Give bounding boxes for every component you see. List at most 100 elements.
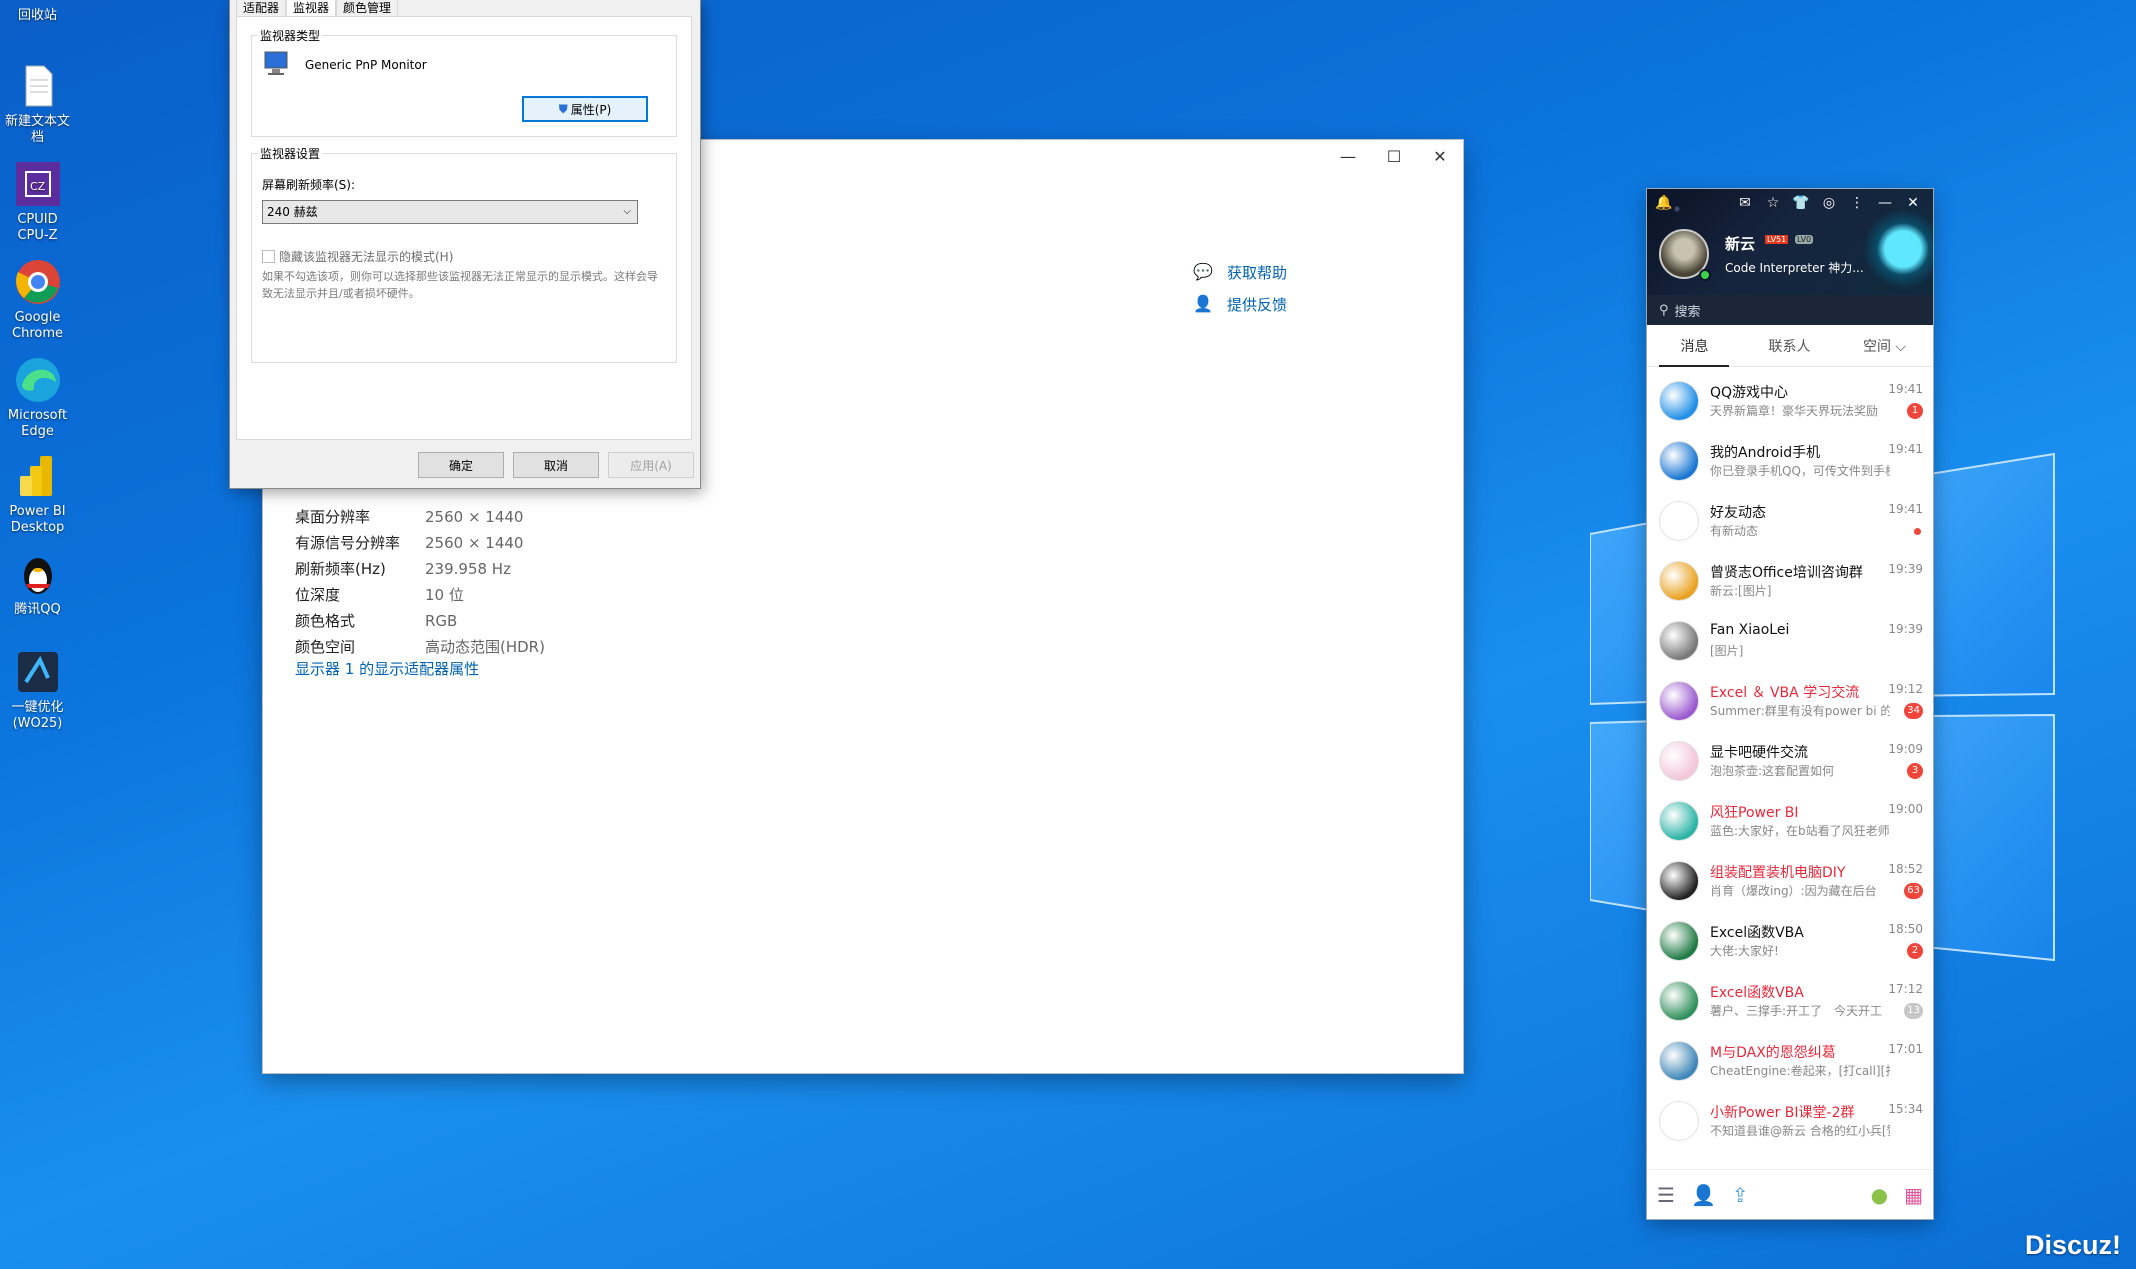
info-key: 颜色格式 bbox=[295, 612, 356, 630]
info-value: 高动态范围(HDR) bbox=[425, 638, 545, 656]
adapter-properties-link[interactable]: 显示器 1 的显示适配器属性 bbox=[295, 658, 479, 679]
chat-avatar bbox=[1659, 381, 1699, 421]
chevron-down-icon: ⌵ bbox=[623, 206, 631, 217]
desktop-icon-optimize[interactable]: 一键优化(WO25) bbox=[0, 648, 75, 732]
chat-time: 17:01 bbox=[1888, 1042, 1923, 1056]
chat-list-item[interactable]: 好友动态 有新动态 19:41 bbox=[1647, 489, 1933, 549]
desktop-icon-edge[interactable]: Microsoft Edge bbox=[0, 356, 75, 440]
get-help-link[interactable]: 💬 获取帮助 bbox=[1193, 256, 1287, 288]
info-row: 位深度 10 位 bbox=[295, 582, 545, 608]
chat-list-item[interactable]: Excel函数VBA 薯户、三撑手:开工了 今天开工 17:12 13 bbox=[1647, 969, 1933, 1029]
chat-list-item[interactable]: 组装配置装机电脑DIY 肖育（爆改ing）:因为藏在后台 18:52 63 bbox=[1647, 849, 1933, 909]
tab-adapter[interactable]: 适配器 bbox=[236, 0, 287, 17]
chat-list-item[interactable]: 曾贤志Office培训咨询群 新云:[图片] 19:39 bbox=[1647, 549, 1933, 609]
chat-name: 小新Power BI课堂-2群 bbox=[1710, 1105, 1855, 1121]
star-icon[interactable]: ☆ bbox=[1763, 195, 1783, 211]
desktop-icon-label: Google Chrome bbox=[12, 310, 63, 341]
tab-qzone[interactable]: 空间 ⌵ bbox=[1837, 336, 1932, 356]
info-key: 颜色空间 bbox=[295, 638, 356, 656]
chat-list-item[interactable]: Excel函数VBA 大佬:大家好! 18:50 2 bbox=[1647, 909, 1933, 969]
chat-list-item[interactable]: Fan XiaoLei [图片] 19:39 bbox=[1647, 609, 1933, 669]
tab-color-management[interactable]: 颜色管理 bbox=[336, 0, 399, 17]
desktop-icon-label: 新建文本文档 bbox=[4, 114, 70, 145]
minimize-icon[interactable]: — bbox=[1875, 195, 1895, 211]
feedback-link[interactable]: 👤 提供反馈 bbox=[1193, 288, 1287, 320]
chat-name: M与DAX的恩怨纠葛 bbox=[1710, 1045, 1836, 1061]
mail-icon[interactable]: ✉ bbox=[1735, 195, 1755, 211]
qq-signature[interactable]: Code Interpreter 神力... bbox=[1725, 259, 1864, 276]
apply-button[interactable]: 应用(A) bbox=[608, 452, 694, 478]
desktop-icon-cpuz[interactable]: CZ CPUID CPU-Z bbox=[0, 160, 75, 244]
monitor-name: Generic PnP Monitor bbox=[305, 58, 427, 72]
unread-dot bbox=[1914, 528, 1921, 535]
desktop-icon-text-document[interactable]: 新建文本文档 bbox=[0, 62, 75, 146]
ok-button[interactable]: 确定 bbox=[418, 452, 504, 478]
watermark: Discuz! bbox=[2024, 1230, 2121, 1260]
qzone-icon[interactable]: ◎ bbox=[1819, 195, 1839, 211]
file-transfer-icon[interactable]: ⇪ bbox=[1732, 1183, 1749, 1207]
get-help-label: 获取帮助 bbox=[1227, 263, 1288, 282]
tab-monitor[interactable]: 监视器 bbox=[286, 0, 337, 17]
add-friend-icon[interactable]: 👤 bbox=[1691, 1183, 1716, 1207]
hide-modes-checkbox-row[interactable]: 隐藏该监视器无法显示的模式(H) bbox=[262, 248, 453, 265]
chat-list-item[interactable]: Excel ＆ VBA 学习交流 Summer:群里有没有power bi 的 19… bbox=[1647, 669, 1933, 729]
monitor-type-group: 监视器类型 Generic PnP Monitor ⛊ 属性(P) bbox=[251, 27, 677, 137]
search-icon: ⚲ bbox=[1659, 302, 1669, 318]
desktop-icon-label: Microsoft Edge bbox=[7, 408, 68, 439]
unread-badge: 2 bbox=[1907, 943, 1923, 959]
chat-list-item[interactable]: M与DAX的恩怨纠葛 CheatEngine:卷起来，[打call][打call]… bbox=[1647, 1029, 1933, 1089]
chat-list-item[interactable]: 小新Power BI课堂-2群 不知道县谁@新云 合格的红小兵[赞] 15:34 bbox=[1647, 1089, 1933, 1149]
info-row: 颜色空间 高动态范围(HDR) bbox=[295, 634, 545, 660]
shirt-icon[interactable]: 👕 bbox=[1791, 195, 1811, 211]
chat-time: 19:00 bbox=[1888, 802, 1923, 816]
monitor-properties-button[interactable]: ⛊ 属性(P) bbox=[522, 96, 648, 122]
chat-avatar bbox=[1659, 921, 1699, 961]
chat-list-item[interactable]: 风狂Power BI 蓝色:大家好，在b站看了风狂老师的课 19:00 bbox=[1647, 789, 1933, 849]
desktop-icon-powerbi[interactable]: Power BI Desktop bbox=[0, 452, 75, 536]
info-row: 有源信号分辨率 2560 × 1440 bbox=[295, 530, 545, 556]
qq-search-bar[interactable]: ⚲ 搜索 bbox=[1647, 295, 1933, 325]
refresh-rate-select[interactable]: 240 赫兹 ⌵ bbox=[262, 200, 638, 224]
hide-modes-label: 隐藏该监视器无法显示的模式(H) bbox=[279, 250, 454, 264]
info-value: 2560 × 1440 bbox=[425, 508, 524, 526]
refresh-rate-value: 240 赫兹 bbox=[267, 205, 318, 219]
close-icon[interactable]: ✕ bbox=[1903, 195, 1923, 211]
chat-time: 17:12 bbox=[1888, 982, 1923, 996]
unread-badge: 34 bbox=[1904, 703, 1923, 719]
game-center-icon[interactable]: ● bbox=[1871, 1183, 1888, 1207]
maximize-icon[interactable]: ☐ bbox=[1371, 140, 1417, 172]
online-status-icon[interactable] bbox=[1699, 269, 1711, 281]
unread-badge: 63 bbox=[1904, 883, 1923, 899]
chat-avatar bbox=[1659, 801, 1699, 841]
chat-time: 19:41 bbox=[1888, 382, 1923, 396]
more-icon[interactable]: ⋮ bbox=[1847, 195, 1867, 211]
main-menu-icon[interactable]: ☰ bbox=[1657, 1183, 1675, 1207]
chat-time: 19:39 bbox=[1888, 622, 1923, 636]
chat-list-item[interactable]: 显卡吧硬件交流 泡泡茶壶:这套配置如何 19:09 3 bbox=[1647, 729, 1933, 789]
hide-modes-checkbox[interactable] bbox=[262, 250, 275, 263]
desktop-icon-label: 腾讯QQ bbox=[14, 602, 61, 617]
chat-list-item[interactable]: 我的Android手机 你已登录手机QQ，可传文件到手机 19:41 bbox=[1647, 429, 1933, 489]
app-manager-icon[interactable]: ▦ bbox=[1904, 1183, 1923, 1207]
tab-messages[interactable]: 消息 bbox=[1647, 336, 1742, 356]
chat-preview: 泡泡茶壶:这套配置如何 bbox=[1710, 764, 1835, 778]
text-document-icon bbox=[14, 62, 62, 110]
recycle-bin-icon bbox=[14, 0, 62, 4]
minimize-icon[interactable]: — bbox=[1325, 140, 1371, 172]
chat-preview: 蓝色:大家好，在b站看了风狂老师的课 bbox=[1710, 824, 1890, 838]
desktop-icon-recycle-bin[interactable]: 回收站 bbox=[0, 0, 75, 24]
tab-contacts[interactable]: 联系人 bbox=[1742, 336, 1837, 356]
cancel-button[interactable]: 取消 bbox=[513, 452, 599, 478]
info-row: 颜色格式 RGB bbox=[295, 608, 545, 634]
desktop-icon-qq[interactable]: 腾讯QQ bbox=[0, 550, 75, 618]
chat-list-item[interactable]: QQ游戏中心 天界新篇章！豪华天界玩法奖励 19:41 1 bbox=[1647, 369, 1933, 429]
chat-time: 19:09 bbox=[1888, 742, 1923, 756]
chat-time: 19:41 bbox=[1888, 442, 1923, 456]
chat-preview: 肖育（爆改ing）:因为藏在后台 bbox=[1710, 884, 1877, 898]
close-icon[interactable]: ✕ bbox=[1417, 140, 1463, 172]
desktop-icon-chrome[interactable]: Google Chrome bbox=[0, 258, 75, 342]
unread-badge: 3 bbox=[1907, 763, 1923, 779]
bell-icon[interactable]: 🔔 bbox=[1655, 195, 1672, 211]
desktop-icon-label: 回收站 bbox=[17, 8, 57, 23]
qq-header-toolbar: ✉ ☆ 👕 ◎ ⋮ — ✕ bbox=[1735, 195, 1923, 211]
